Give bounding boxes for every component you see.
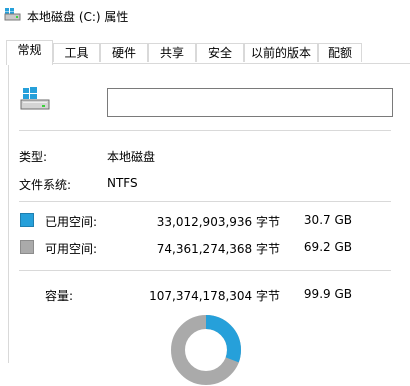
type-value: 本地磁盘 bbox=[107, 150, 156, 164]
tab-hardware[interactable]: 硬件 bbox=[100, 43, 148, 62]
drive-name-input[interactable] bbox=[107, 88, 393, 117]
free-space-swatch bbox=[20, 240, 34, 254]
drive-icon bbox=[4, 8, 21, 21]
tab-quota[interactable]: 配额 bbox=[318, 43, 362, 62]
filesystem-label: 文件系统: bbox=[19, 178, 72, 192]
used-space-label: 已用空间: bbox=[45, 215, 98, 229]
separator bbox=[19, 270, 391, 271]
used-space-size: 30.7 GB bbox=[303, 213, 352, 227]
separator bbox=[19, 130, 391, 131]
tab-tools-label: 工具 bbox=[64, 46, 89, 60]
used-space-swatch bbox=[20, 213, 34, 227]
tab-quota-label: 配额 bbox=[327, 46, 352, 60]
tab-security-label: 安全 bbox=[207, 46, 232, 60]
tab-sharing[interactable]: 共享 bbox=[148, 43, 196, 62]
free-space-bytes: 74,361,274,368 字节 bbox=[156, 242, 280, 256]
tab-previous-versions-label: 以前的版本 bbox=[250, 46, 311, 60]
title-bar: 本地磁盘 (C:) 属性 bbox=[0, 0, 410, 32]
disk-icon bbox=[20, 87, 50, 110]
window-title: 本地磁盘 (C:) 属性 bbox=[27, 10, 129, 24]
tab-security[interactable]: 安全 bbox=[196, 43, 244, 62]
tab-general-label: 常规 bbox=[17, 43, 42, 57]
used-space-bytes: 33,012,903,936 字节 bbox=[156, 215, 280, 229]
filesystem-value: NTFS bbox=[107, 176, 138, 190]
disk-usage-chart bbox=[171, 315, 241, 385]
tab-tools[interactable]: 工具 bbox=[53, 43, 100, 62]
tab-general[interactable]: 常规 bbox=[6, 40, 53, 65]
free-space-label: 可用空间: bbox=[45, 242, 98, 256]
capacity-size: 99.9 GB bbox=[303, 287, 352, 301]
separator bbox=[19, 201, 391, 202]
tab-previous-versions[interactable]: 以前的版本 bbox=[244, 43, 318, 62]
type-label: 类型: bbox=[19, 150, 48, 164]
capacity-bytes: 107,374,178,304 字节 bbox=[149, 289, 280, 303]
capacity-label: 容量: bbox=[45, 289, 74, 303]
tab-sharing-label: 共享 bbox=[159, 46, 184, 60]
tab-hardware-label: 硬件 bbox=[111, 46, 136, 60]
free-space-size: 69.2 GB bbox=[303, 240, 352, 254]
